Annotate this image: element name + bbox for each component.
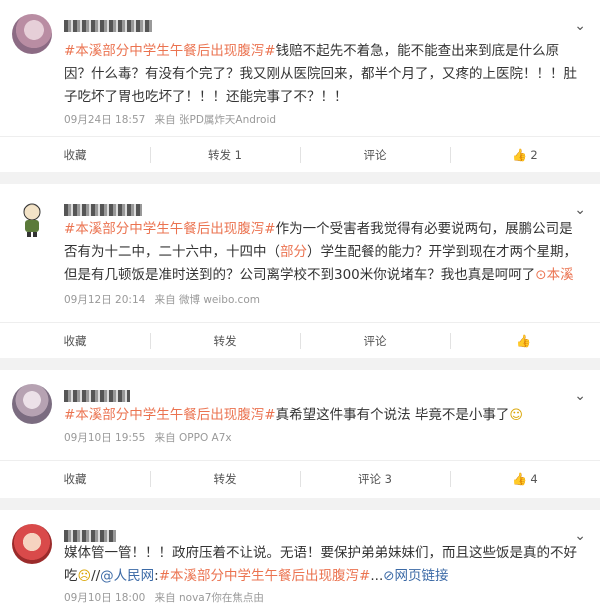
post-source: 来自 张PD属炸天Android [154, 114, 277, 126]
repost-button[interactable]: 转发 [150, 461, 300, 496]
post-meta: 09月10日 19:55 来自 OPPO A7x [64, 430, 238, 445]
post-card: ⌄ 媒体管一管！！！政府压着不让说。无语！要保护弟弟妹妹们，而且这些饭是真的不好… [0, 510, 600, 608]
pixelated-username [64, 529, 116, 542]
post-meta: 09月10日 18:00 来自 nova7你在焦点由 [64, 590, 270, 605]
chevron-down-icon[interactable]: ⌄ [574, 18, 586, 34]
pixelated-username [64, 389, 130, 402]
post-text-segment: // [91, 568, 101, 584]
post-source: 来自 nova7你在焦点由 [154, 592, 264, 604]
favorite-button[interactable]: 收藏 [0, 323, 150, 358]
text-link[interactable]: @人民网 [100, 568, 154, 584]
username[interactable] [64, 528, 116, 542]
like-button[interactable]: 👍 [450, 323, 600, 358]
repost-button[interactable]: 转发 1 [150, 137, 300, 172]
pixelated-username [64, 19, 152, 32]
favorite-button[interactable]: 收藏 [0, 137, 150, 172]
post-text-segment: 真希望这件事有个说法 毕竟不是小事了 [275, 407, 510, 423]
post-text-segment: ... [370, 568, 384, 584]
post-meta: 09月12日 20:14 来自 微博 weibo.com [64, 292, 266, 307]
weibo-feed: ⌄ #本溪部分中学生午餐后出现腹泻#钱赔不起先不着急，能不能查出来到底是什么原因… [0, 0, 600, 608]
comment-button[interactable]: 评论 [300, 137, 450, 172]
avatar[interactable] [12, 384, 52, 424]
username[interactable] [64, 202, 142, 216]
like-button[interactable]: 👍 4 [450, 461, 600, 496]
emoji-icon: ☹ [77, 569, 92, 584]
post-card: ⌄ #本溪部分中学生午餐后出现腹泻#钱赔不起先不着急，能不能查出来到底是什么原因… [0, 0, 600, 172]
username[interactable] [64, 388, 130, 402]
post-date[interactable]: 09月10日 19:55 [64, 432, 145, 444]
action-bar: 收藏 转发 评论 3 👍 4 [0, 460, 600, 496]
action-bar: 收藏 转发 评论 👍 [0, 322, 600, 358]
emoji-icon: ☺ [509, 408, 523, 423]
avatar[interactable] [12, 14, 52, 54]
post-source: 来自 微博 weibo.com [154, 294, 260, 306]
post-date[interactable]: 09月24日 18:57 [64, 114, 145, 126]
post-card: ⌄ #本溪部分中学生午餐后出现腹泻#真希望这件事有个说法 毕竟不是小事了☺ 09… [0, 370, 600, 498]
avatar[interactable] [12, 524, 52, 564]
avatar-illustration [23, 203, 41, 237]
thumbs-up-icon: 👍 [516, 334, 531, 348]
pixelated-username [64, 203, 142, 216]
username[interactable] [64, 18, 152, 32]
chevron-down-icon[interactable]: ⌄ [574, 388, 586, 404]
topic-link[interactable]: ⊙本溪 [535, 267, 573, 283]
topic-link[interactable]: #本溪部分中学生午餐后出现腹泻# [64, 407, 276, 423]
comment-button[interactable]: 评论 [300, 323, 450, 358]
post-date[interactable]: 09月10日 18:00 [64, 592, 145, 604]
comment-button[interactable]: 评论 3 [300, 461, 450, 496]
favorite-button[interactable]: 收藏 [0, 461, 150, 496]
post-card: ⌄ #本溪部分中学生午餐后出现腹泻#作为一个受害者我觉得有必要说两句，展鹏公司是… [0, 184, 600, 358]
thumbs-up-icon: 👍 [512, 148, 528, 162]
repost-button[interactable]: 转发 [150, 323, 300, 358]
like-button[interactable]: 👍 2 [450, 137, 600, 172]
post-text: #本溪部分中学生午餐后出现腹泻#真希望这件事有个说法 毕竟不是小事了☺ [64, 404, 582, 428]
chevron-down-icon[interactable]: ⌄ [574, 202, 586, 218]
avatar[interactable] [12, 198, 52, 238]
topic-link[interactable]: #本溪部分中学生午餐后出现腹泻# [64, 221, 276, 237]
action-bar: 收藏 转发 1 评论 👍 2 [0, 136, 600, 172]
topic-link[interactable]: #本溪部分中学生午餐后出现腹泻# [159, 568, 371, 584]
topic-link[interactable]: #本溪部分中学生午餐后出现腹泻# [64, 43, 276, 59]
topic-link[interactable]: 部分 [280, 244, 307, 260]
text-link[interactable]: ⊘网页链接 [383, 568, 448, 584]
post-text: 媒体管一管！！！政府压着不让说。无语！要保护弟弟妹妹们，而且这些饭是真的不好吃☹… [64, 542, 582, 588]
post-date[interactable]: 09月12日 20:14 [64, 294, 145, 306]
post-source: 来自 OPPO A7x [154, 432, 232, 444]
post-meta: 09月24日 18:57 来自 张PD属炸天Android [64, 112, 282, 127]
thumbs-up-icon: 👍 [512, 472, 528, 486]
